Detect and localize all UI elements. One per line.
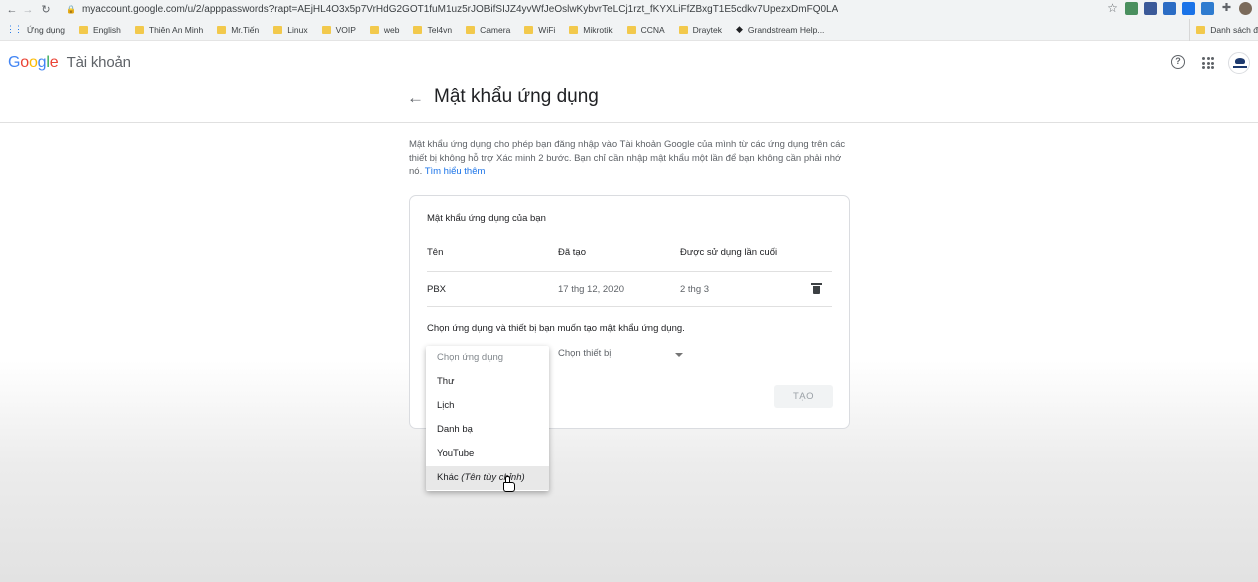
column-last-used-header: Được sử dụng lần cuối [680, 247, 778, 258]
device-select[interactable]: Chọn thiết bị [558, 348, 683, 370]
folder-icon [321, 25, 331, 34]
folder-icon [626, 25, 636, 34]
card-title: Mật khẩu ứng dụng của bạn [427, 213, 546, 224]
menu-item-other-label: Khác [437, 472, 459, 483]
password-name: PBX [427, 284, 447, 295]
page-title: Mật khẩu ứng dụng [434, 86, 599, 107]
folder-icon [273, 25, 283, 34]
menu-item-other-hint: (Tên tùy chỉnh) [461, 472, 525, 483]
page-title-bar: ← Mật khẩu ứng dụng [0, 82, 1258, 123]
lock-icon[interactable]: 🔒 [66, 5, 76, 14]
account-header: Google Tài khoản ? [0, 41, 1258, 82]
product-name: Tài khoản [66, 54, 131, 71]
column-created-header: Đã tạo [558, 247, 586, 258]
bookmark-folder[interactable]: Draytek [678, 25, 722, 35]
browser-profile-avatar[interactable] [1239, 2, 1252, 15]
create-button[interactable]: TẠO [774, 385, 833, 408]
forward-icon[interactable]: → [20, 4, 36, 16]
folder-icon [413, 25, 423, 34]
bookmark-folder[interactable]: Tel4vn [413, 25, 452, 35]
table-header: Tên Đã tạo Được sử dụng lần cuối [427, 247, 832, 271]
menu-item-mail[interactable]: Thư [426, 370, 549, 394]
folder-icon [78, 25, 88, 34]
google-apps-icon[interactable] [1202, 57, 1214, 69]
table-row: PBX 17 thg 12, 2020 2 thg 3 [427, 271, 832, 307]
extension-icon[interactable] [1201, 2, 1214, 15]
browser-toolbar: ← → ↻ 🔒 myaccount.google.com/u/2/apppass… [0, 0, 1258, 19]
delete-trash-icon[interactable] [811, 283, 822, 294]
menu-item-other[interactable]: Khác (Tên tùy chỉnh) [426, 466, 549, 490]
back-icon[interactable]: ← [4, 4, 20, 16]
extensions-puzzle-icon[interactable]: ✚ [1220, 2, 1233, 15]
grandstream-icon: ◆ [735, 24, 743, 34]
choose-prompt: Chọn ứng dụng và thiết bị bạn muốn tạo m… [427, 323, 685, 334]
folder-icon [134, 25, 144, 34]
bookmark-folder[interactable]: VOIP [321, 25, 356, 35]
menu-placeholder[interactable]: Chọn ứng dụng [426, 346, 549, 370]
bookmarks-bar: ⋮⋮ Ứng dụng English Thiên An Minh Mr.Tiến… [0, 19, 1258, 41]
bookmark-folder-other[interactable]: Danh sách đ [1189, 19, 1258, 41]
apps-grid-icon: ⋮⋮ [6, 24, 23, 34]
account-avatar[interactable] [1228, 52, 1250, 74]
bookmark-folder[interactable]: Camera [466, 25, 510, 35]
google-logo[interactable]: Google Tài khoản [8, 54, 131, 72]
back-arrow-icon[interactable]: ← [407, 88, 424, 108]
bookmark-folder[interactable]: Mikrotik [569, 25, 613, 35]
bookmark-folder[interactable]: Mr.Tiến [217, 25, 259, 35]
menu-item-youtube[interactable]: YouTube [426, 442, 549, 466]
reload-icon[interactable]: ↻ [38, 3, 54, 16]
bookmark-link[interactable]: ◆ Grandstream Help... [736, 24, 824, 35]
bookmark-folder[interactable]: web [369, 25, 399, 35]
app-select-menu: Chọn ứng dụng Thư Lịch Danh bạ YouTube K… [426, 346, 549, 491]
extension-icons: ☆ ✚ [1106, 2, 1252, 15]
learn-more-link[interactable]: Tìm hiểu thêm [425, 166, 486, 177]
bookmark-folder[interactable]: Linux [273, 25, 308, 35]
hand-cursor-icon [503, 476, 515, 492]
facebook-extension-icon[interactable] [1144, 2, 1157, 15]
folder-icon [524, 25, 534, 34]
folder-icon [678, 25, 688, 34]
folder-icon [217, 25, 227, 34]
menu-item-calendar[interactable]: Lịch [426, 394, 549, 418]
chevron-down-icon [675, 353, 683, 357]
address-bar[interactable]: myaccount.google.com/u/2/apppasswords?ra… [82, 4, 838, 15]
folder-icon [569, 25, 579, 34]
password-last-used: 2 thg 3 [680, 284, 710, 295]
folder-icon [369, 25, 379, 34]
bookmark-folder[interactable]: CCNA [626, 25, 665, 35]
translate-extension-icon[interactable] [1163, 2, 1176, 15]
bookmark-apps[interactable]: ⋮⋮ Ứng dụng [6, 24, 65, 35]
bookmark-folder[interactable]: English [78, 25, 121, 35]
password-created: 17 thg 12, 2020 [558, 284, 625, 295]
page-description: Mật khẩu ứng dụng cho phép bạn đăng nhập… [409, 139, 846, 177]
bookmark-star-icon[interactable]: ☆ [1106, 2, 1119, 15]
menu-item-contacts[interactable]: Danh bạ [426, 418, 549, 442]
extension-icon[interactable] [1182, 2, 1195, 15]
help-icon[interactable]: ? [1171, 55, 1185, 69]
extension-icon[interactable] [1125, 2, 1138, 15]
column-name-header: Tên [427, 247, 444, 258]
bookmark-folder[interactable]: WiFi [524, 25, 555, 35]
device-select-placeholder: Chọn thiết bị [558, 348, 612, 359]
bookmark-folder[interactable]: Thiên An Minh [134, 25, 203, 35]
folder-icon [466, 25, 476, 34]
folder-icon [1196, 26, 1206, 34]
